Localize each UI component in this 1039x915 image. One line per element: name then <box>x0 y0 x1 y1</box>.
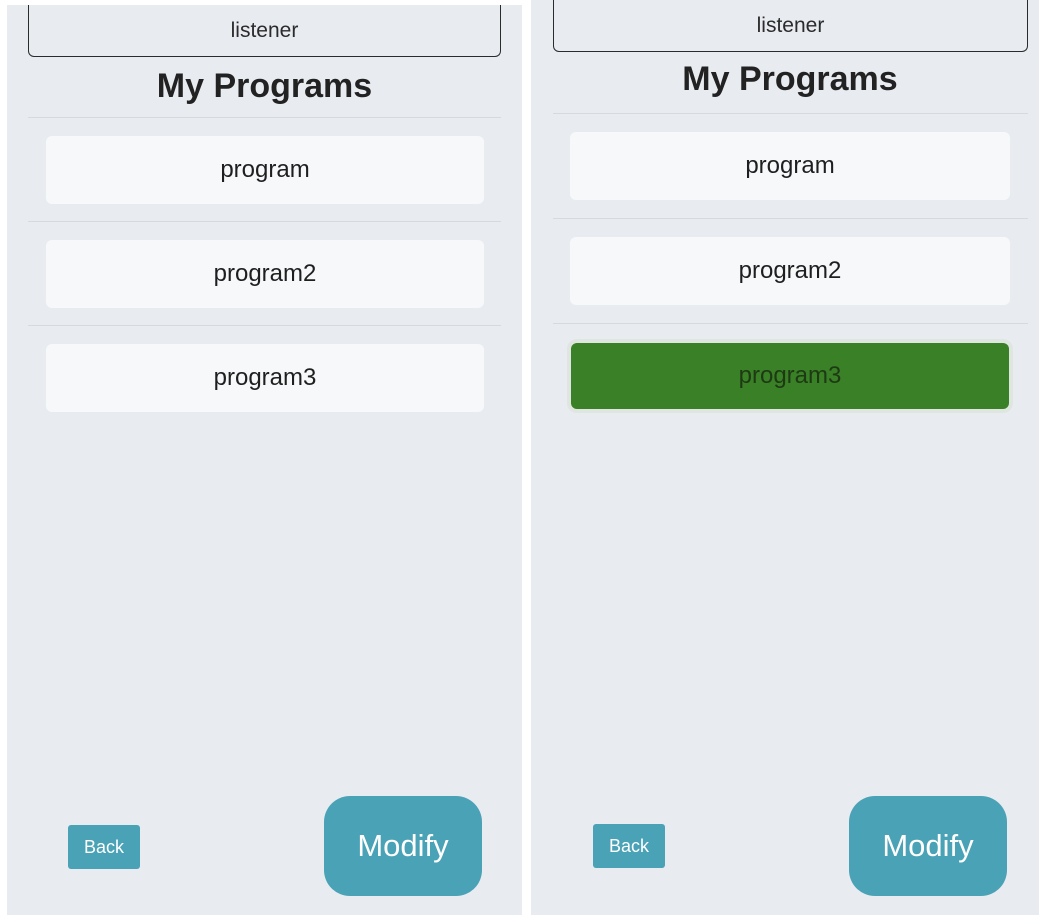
modify-button[interactable]: Modify <box>849 796 1007 896</box>
program-item-program[interactable]: program <box>570 132 1010 200</box>
page-title: My Programs <box>156 67 373 105</box>
program-item-program3[interactable]: program3 <box>46 344 484 412</box>
divider <box>28 117 501 118</box>
divider <box>553 113 1028 114</box>
program-item-program[interactable]: program <box>46 136 484 204</box>
divider <box>28 221 501 222</box>
divider <box>553 218 1028 219</box>
program-item-program3-selected[interactable]: program3 <box>571 343 1009 409</box>
program-item-program2[interactable]: program2 <box>570 237 1010 305</box>
back-button[interactable]: Back <box>68 825 140 869</box>
back-button[interactable]: Back <box>593 824 665 868</box>
divider <box>553 323 1028 324</box>
screen-program3-selected: listener My Programs program program2 pr… <box>531 0 1039 915</box>
listener-button[interactable]: listener <box>553 0 1028 52</box>
program-item-program2[interactable]: program2 <box>46 240 484 308</box>
modify-button[interactable]: Modify <box>324 796 482 896</box>
page-title: My Programs <box>682 60 898 98</box>
listener-button[interactable]: listener <box>28 5 501 57</box>
divider <box>28 325 501 326</box>
screen-before-selection: listener My Programs program program2 pr… <box>7 5 522 915</box>
